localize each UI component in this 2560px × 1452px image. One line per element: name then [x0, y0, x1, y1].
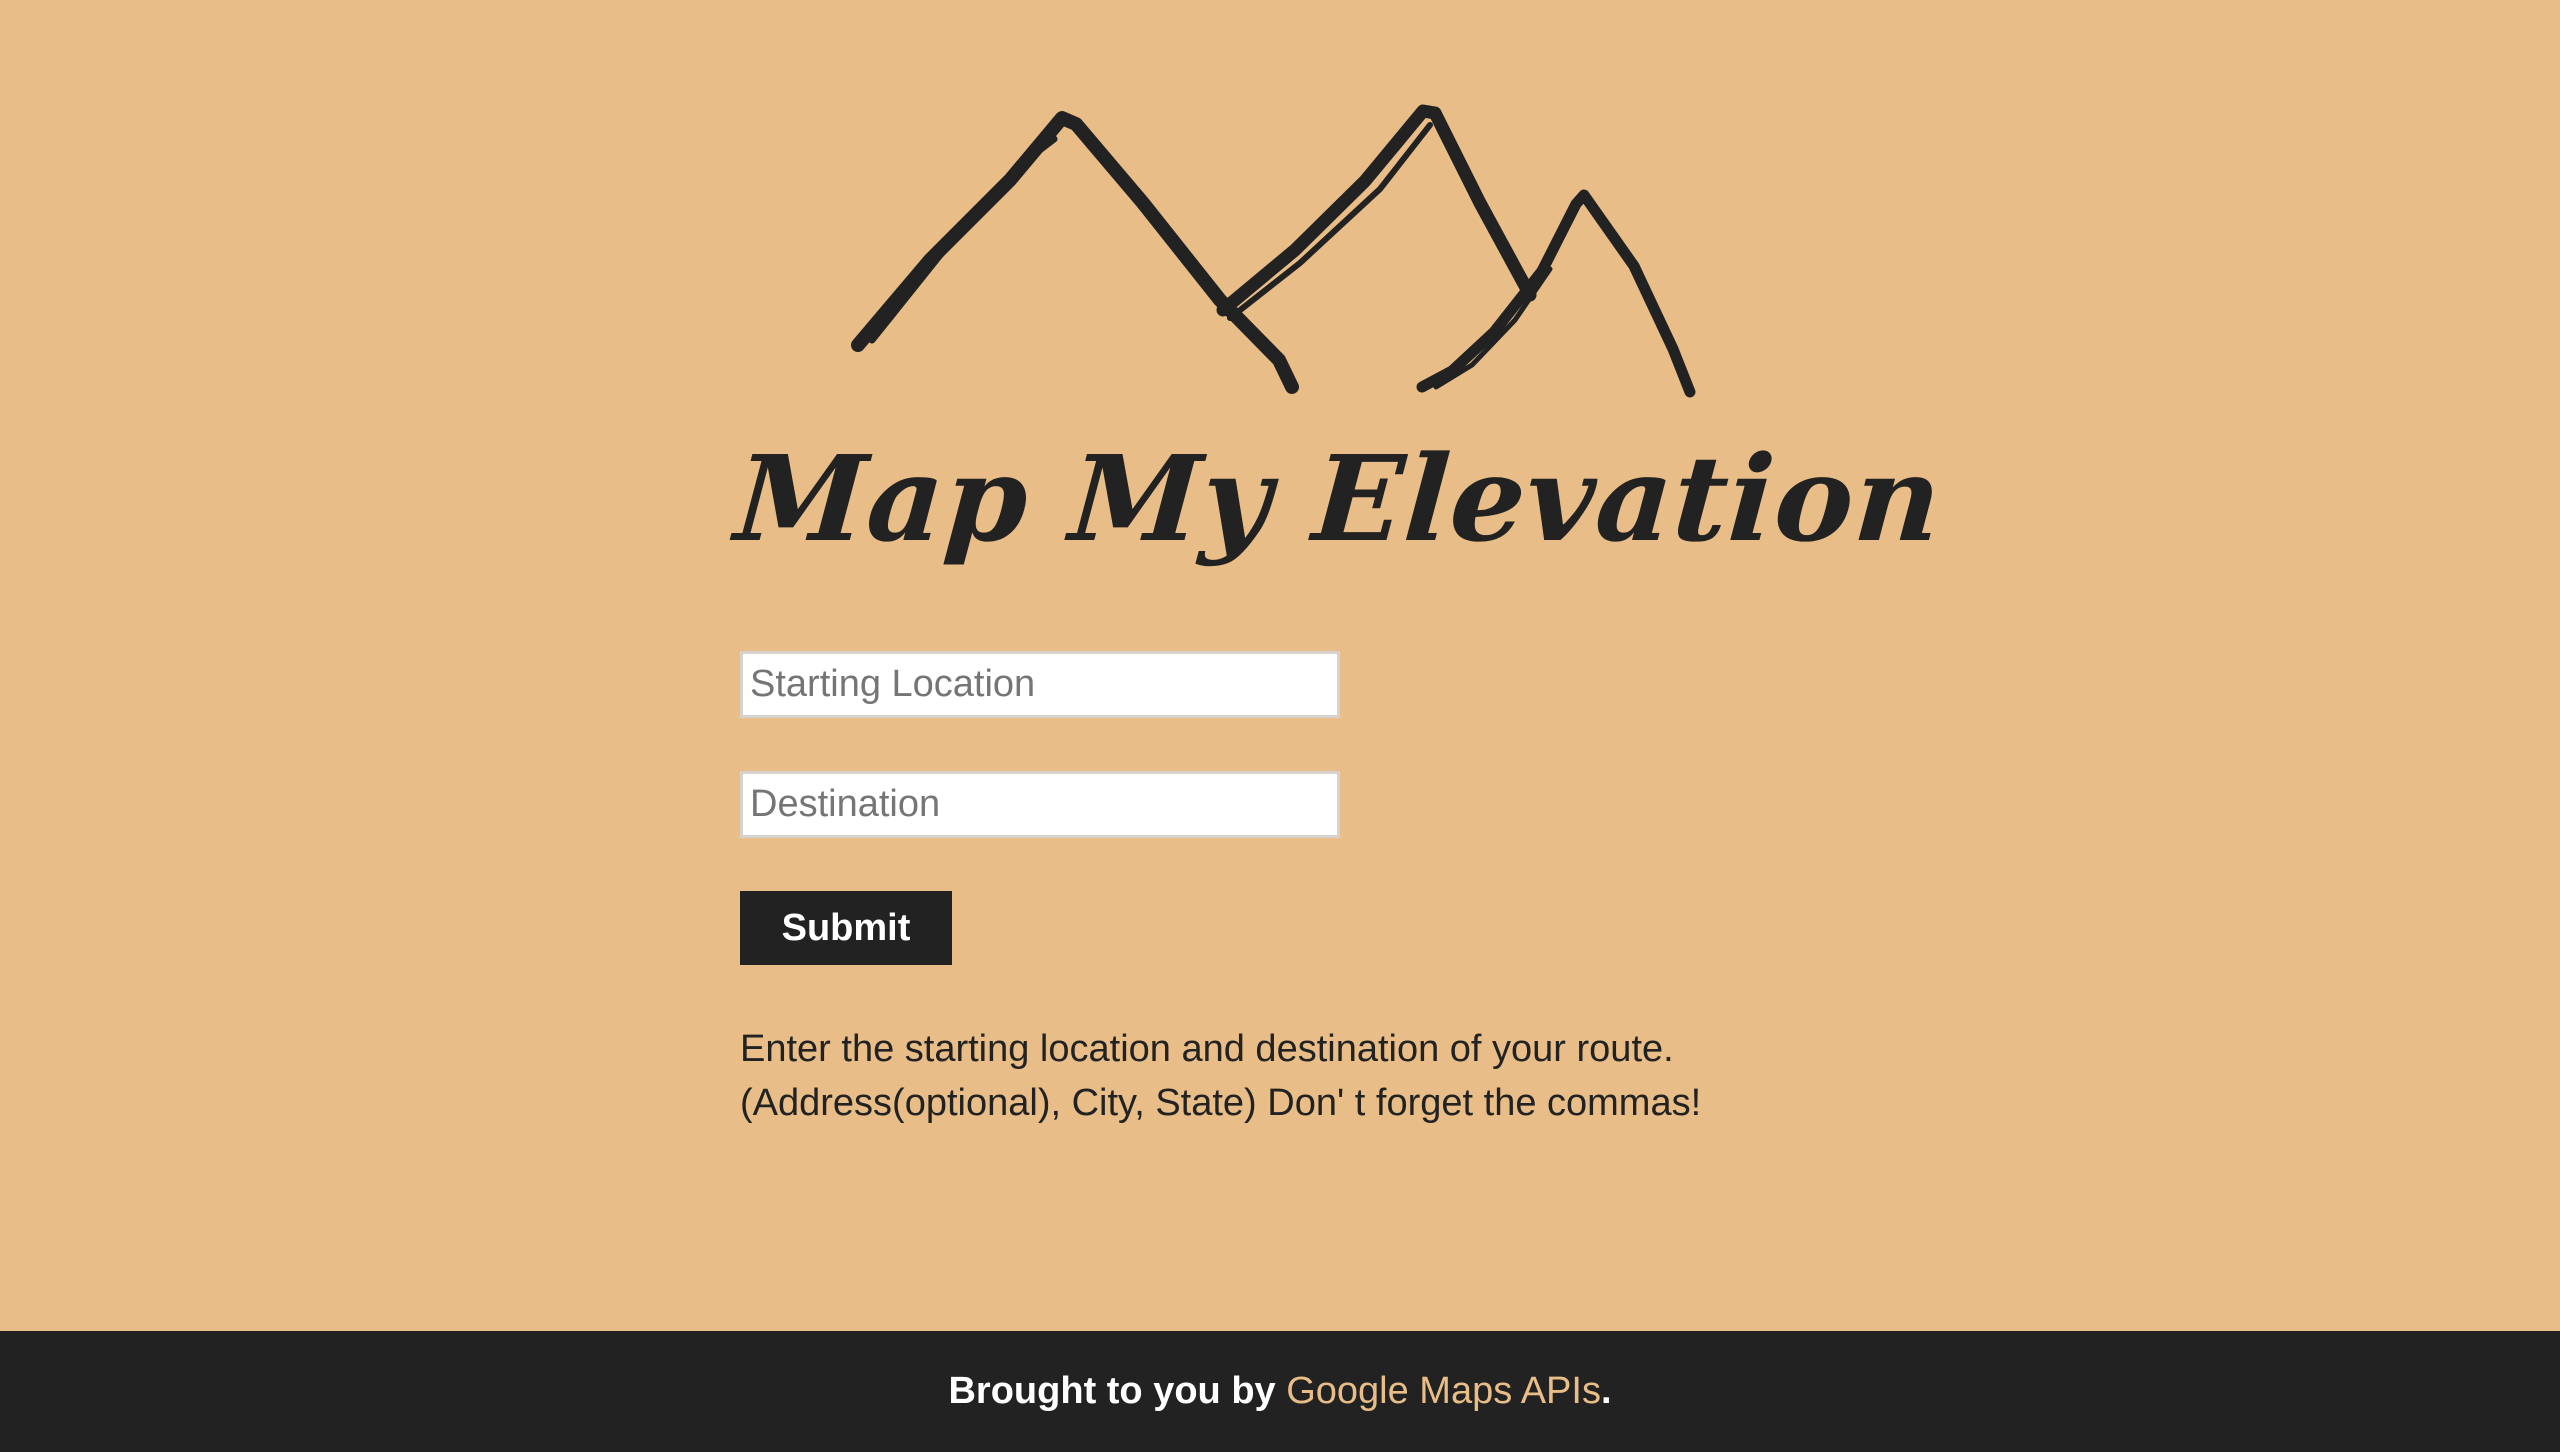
footer-prefix: Brought to you by: [948, 1370, 1287, 1412]
destination-input[interactable]: [740, 771, 1340, 838]
footer: Brought to you by Google Maps APIs.: [0, 1331, 2560, 1452]
mountain-range-icon: [851, 104, 1696, 398]
main-content: Map My Elevation Submit Enter the starti…: [0, 0, 2560, 1331]
footer-suffix: .: [1600, 1370, 1612, 1412]
app-title: Map My Elevation: [731, 429, 1947, 568]
submit-button[interactable]: Submit: [740, 891, 952, 965]
instructions-text: Enter the starting location and destinat…: [740, 1028, 1702, 1124]
google-maps-apis-link[interactable]: Google Maps APIs: [1286, 1370, 1601, 1412]
route-form: Submit Enter the starting location and d…: [740, 651, 1800, 1130]
starting-location-input[interactable]: [740, 651, 1340, 718]
